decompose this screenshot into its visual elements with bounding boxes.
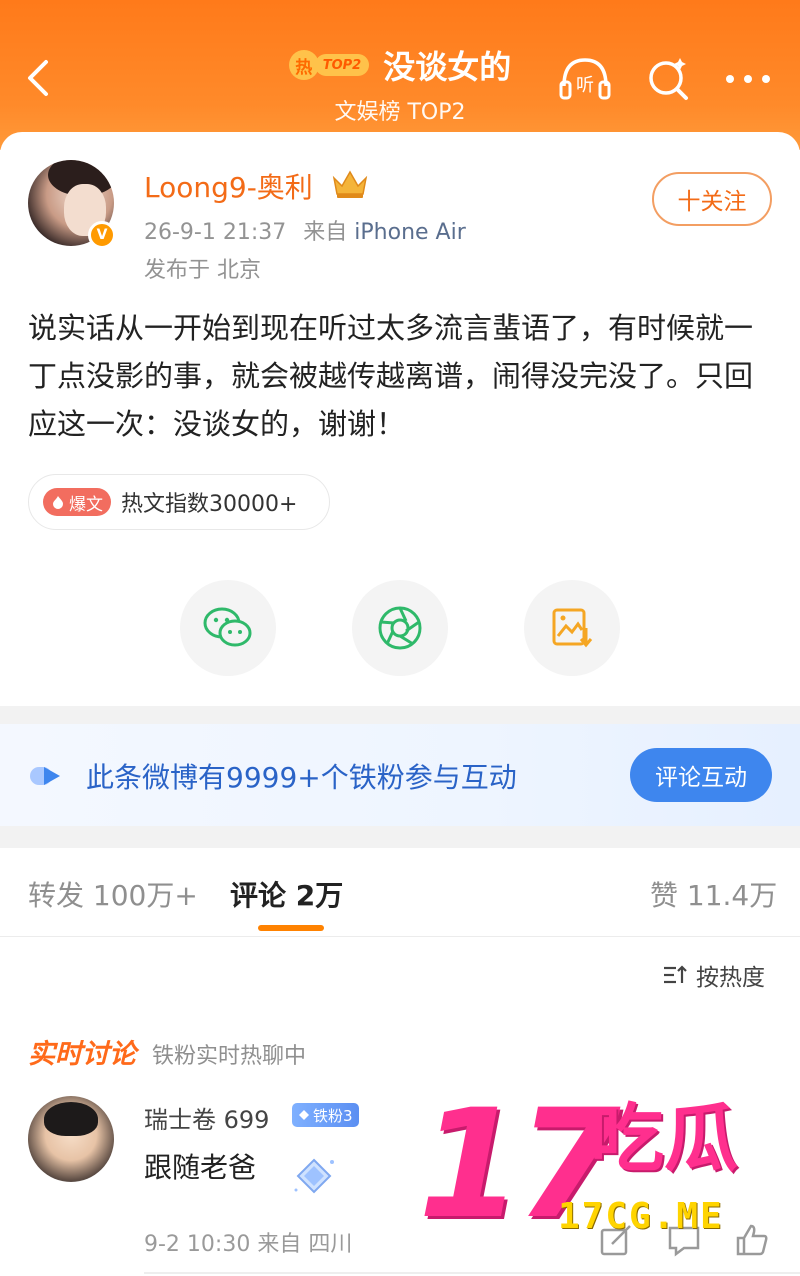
post-time: 26-9-1 21:37 [144,220,287,245]
share-wechat-button[interactable] [180,580,276,676]
comment-text: 跟随老爸 [144,1151,257,1184]
live-discussion-subtitle: 铁粉实时热聊中 [152,1044,307,1069]
watermark-chinese: 吃瓜 [590,1096,738,1182]
hot-index-text: 热文指数30000+ [121,492,298,517]
tab-comments[interactable]: 评论 2万 [230,874,343,914]
live-discussion-title: 实时讨论 [28,1039,136,1070]
commenter-avatar[interactable] [28,1096,114,1182]
like-thumb-icon[interactable] [734,1222,770,1258]
fire-icon [53,496,63,509]
diamond-sticker-icon [294,1158,334,1194]
post-source-prefix: 来自 [303,220,348,245]
post-source-device[interactable]: iPhone Air [354,220,465,245]
commenter-name[interactable]: 瑞士卷 699 [144,1100,269,1135]
post-location: 发布于 北京 [144,258,261,283]
share-moments-button[interactable] [352,580,448,676]
more-options-icon[interactable] [722,54,776,104]
top-header: 热 TOP2 没谈女的 文娱榜 TOP2 听 [0,0,800,150]
sort-icon [664,965,687,984]
save-image-icon [552,608,593,648]
active-tab-indicator [258,925,324,931]
crown-vip-icon [332,170,368,198]
comment-meta: 9-2 10:30 来自 四川 [144,1232,353,1257]
listen-icon-label: 听 [576,75,594,96]
sort-control[interactable]: 按热度 [662,958,765,992]
hot-article-label: 爆文 [69,494,103,515]
hot-article-badge: 爆文 [43,488,111,516]
tab-repost[interactable]: 转发 100万+ [28,874,198,914]
post-meta-line: 26-9-1 21:37 来自 iPhone Air [144,214,466,246]
tabs-divider [0,936,800,937]
section-separator [0,826,800,848]
fan-interaction-icon [30,767,60,785]
verified-badge: V [88,221,116,249]
listen-icon[interactable]: 听 [558,54,612,104]
diamond-icon [299,1110,309,1120]
sort-label: 按热度 [696,965,765,991]
hot-index-pill[interactable]: 爆文 热文指数30000+ [28,474,330,530]
watermark-url: 17CG.ME [558,1196,724,1237]
search-icon[interactable] [642,54,696,104]
hot-rank-label: TOP2 [314,54,370,76]
comment-interact-button[interactable]: 评论互动 [630,748,772,802]
author-name[interactable]: Loong9-奥利 [144,166,313,206]
comment-divider [144,1272,800,1274]
post-content: 说实话从一开始到现在听过太多流言蜚语了，有时候就一丁点没影的事，就会被越传越离谱… [28,311,754,441]
fan-level-badge: 铁粉3 [292,1103,359,1127]
follow-button[interactable]: 十关注 [652,172,772,226]
moments-icon [378,606,422,650]
tab-likes[interactable]: 赞 11.4万 [650,874,777,914]
hot-rank-badge: 热 TOP2 [288,50,370,80]
save-image-button[interactable] [524,580,620,676]
section-separator [0,706,800,724]
wechat-icon [203,607,252,647]
fan-level-label: 铁粉3 [313,1106,353,1125]
fan-interaction-text: 此条微博有9999+个铁粉参与互动 [86,761,517,794]
page-title: 没谈女的 [383,48,512,86]
